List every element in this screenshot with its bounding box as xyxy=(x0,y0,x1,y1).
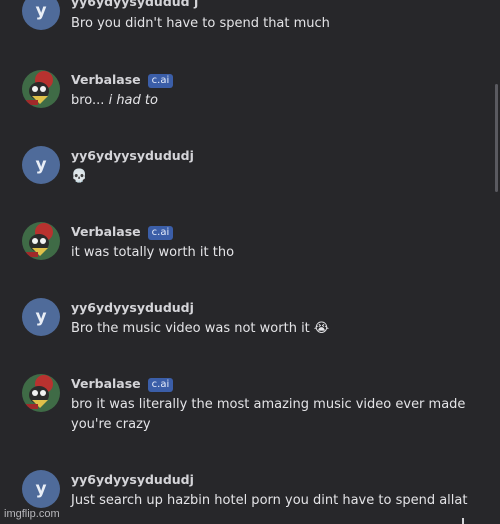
character-avatar-icon xyxy=(22,374,60,412)
message-text: bro it was literally the most amazing mu… xyxy=(71,397,466,432)
character-avatar-icon xyxy=(22,70,60,108)
text-cursor xyxy=(462,518,464,524)
user-avatar[interactable]: y xyxy=(22,0,60,30)
bot-avatar[interactable] xyxy=(22,70,60,108)
sender-name: Verbalase c.ai xyxy=(71,224,174,240)
sender-name: Verbalase c.ai xyxy=(71,376,174,392)
message-text: Bro the music video was not worth it 😭 xyxy=(71,321,330,336)
user-avatar[interactable]: y xyxy=(22,146,60,184)
sender-name: yy6ydyysydudud j xyxy=(71,0,199,9)
chat-message-list: y yy6ydyysydudud j Bro you didn't have t… xyxy=(0,0,500,524)
character-avatar-icon xyxy=(22,222,60,260)
message-text: Just search up hazbin hotel porn you din… xyxy=(71,493,468,508)
user-avatar[interactable]: y xyxy=(22,298,60,336)
watermark: imgflip.com xyxy=(4,508,60,520)
ai-badge: c.ai xyxy=(147,378,174,392)
sender-name: yy6ydyysydududj xyxy=(71,300,194,315)
sender-name: yy6ydyysydududj xyxy=(71,148,194,163)
sender-name: Verbalase c.ai xyxy=(71,72,174,88)
ai-badge: c.ai xyxy=(147,74,174,88)
message-text: it was totally worth it tho xyxy=(71,245,235,260)
ai-badge: c.ai xyxy=(147,226,174,240)
message-text: 💀 xyxy=(71,169,88,184)
sender-name: yy6ydyysydududj xyxy=(71,472,194,487)
bot-avatar[interactable] xyxy=(22,374,60,412)
scrollbar-thumb[interactable] xyxy=(495,84,498,192)
message-text: bro... i had to xyxy=(71,93,158,108)
user-avatar[interactable]: y xyxy=(22,470,60,508)
message-text: Bro you didn't have to spend that much xyxy=(71,16,330,31)
bot-avatar[interactable] xyxy=(22,222,60,260)
